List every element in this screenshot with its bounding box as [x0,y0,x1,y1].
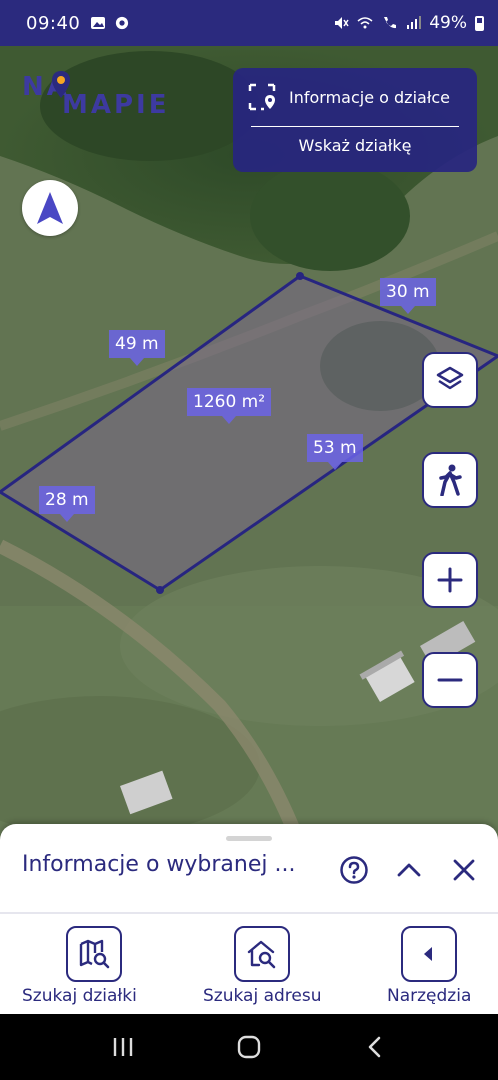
status-time: 09:40 [26,12,81,34]
bottom-navigation: Szukaj działki Szukaj adresu Narzędzia [0,912,498,1014]
parcel-info-button[interactable]: Informacje o działce [247,80,467,114]
nav-search-address[interactable]: Szukaj adresu [203,926,322,1006]
nav-search-parcel[interactable]: Szukaj działki [22,926,137,1006]
tools-button[interactable] [401,926,458,982]
navigation-arrow-icon [37,192,63,224]
logo-text-line2: MAPIE [62,90,170,120]
gallery-icon [91,17,106,29]
house-search-icon [248,940,276,969]
layers-icon [436,366,464,390]
close-icon [453,859,475,881]
nav-tools[interactable]: Narzędzia [387,926,471,1006]
status-bar: 09:40 49% [0,0,498,46]
chevron-left-icon [424,947,433,961]
app-logo: NA MAPIE [22,68,167,120]
map-search-icon [80,939,110,969]
measurement-label-right: 53 m [307,434,363,470]
zoom-in-button[interactable] [422,552,478,608]
chevron-up-icon [397,863,421,877]
expand-sheet-button[interactable] [393,854,425,886]
measurement-label-left-bottom: 28 m [39,486,95,522]
call-icon [384,17,397,29]
sheet-grabber[interactable] [226,836,272,841]
parcel-select-icon [248,83,276,111]
mute-icon [335,17,349,29]
compass-button[interactable] [22,180,78,236]
measurement-label-left-top: 49 m [109,330,165,366]
walking-person-icon [439,464,462,496]
help-icon [340,856,368,884]
close-sheet-button[interactable] [448,854,480,886]
chrome-icon [116,16,129,30]
measurement-label-top: 30 m [380,278,436,314]
search-parcel-button[interactable] [66,926,123,982]
map-view[interactable]: NA MAPIE Informacje o działce Wskaż dzia… [0,46,498,846]
search-address-button[interactable] [234,926,291,982]
parcel-info-label: Informacje o działce [289,87,451,107]
wifi-icon [357,17,373,29]
home-icon[interactable] [236,1034,262,1060]
location-walk-button[interactable] [422,452,478,508]
system-navigation-bar [0,1014,498,1080]
search-address-label: Szukaj adresu [203,986,322,1006]
signal-icon [407,16,422,29]
sheet-title: Informacje o wybranej ... [22,852,296,877]
zoom-out-button[interactable] [422,652,478,708]
tools-label: Narzędzia [387,986,472,1006]
area-label: 1260 m² [187,388,272,424]
select-parcel-button[interactable]: Wskaż działkę [233,136,477,155]
search-parcel-label: Szukaj działki [22,986,137,1006]
battery-percent: 49% [429,13,467,33]
minus-icon [437,678,463,682]
help-button[interactable] [338,854,370,886]
recent-apps-icon[interactable] [111,1035,135,1059]
plus-icon [437,567,463,593]
parcel-info-panel: Informacje o działce Wskaż działkę [233,68,477,172]
layers-button[interactable] [422,352,478,408]
back-icon[interactable] [363,1035,387,1059]
battery-icon [475,15,484,31]
info-divider [251,126,459,127]
parcel-info-sheet[interactable]: Informacje o wybranej ... [0,824,498,914]
